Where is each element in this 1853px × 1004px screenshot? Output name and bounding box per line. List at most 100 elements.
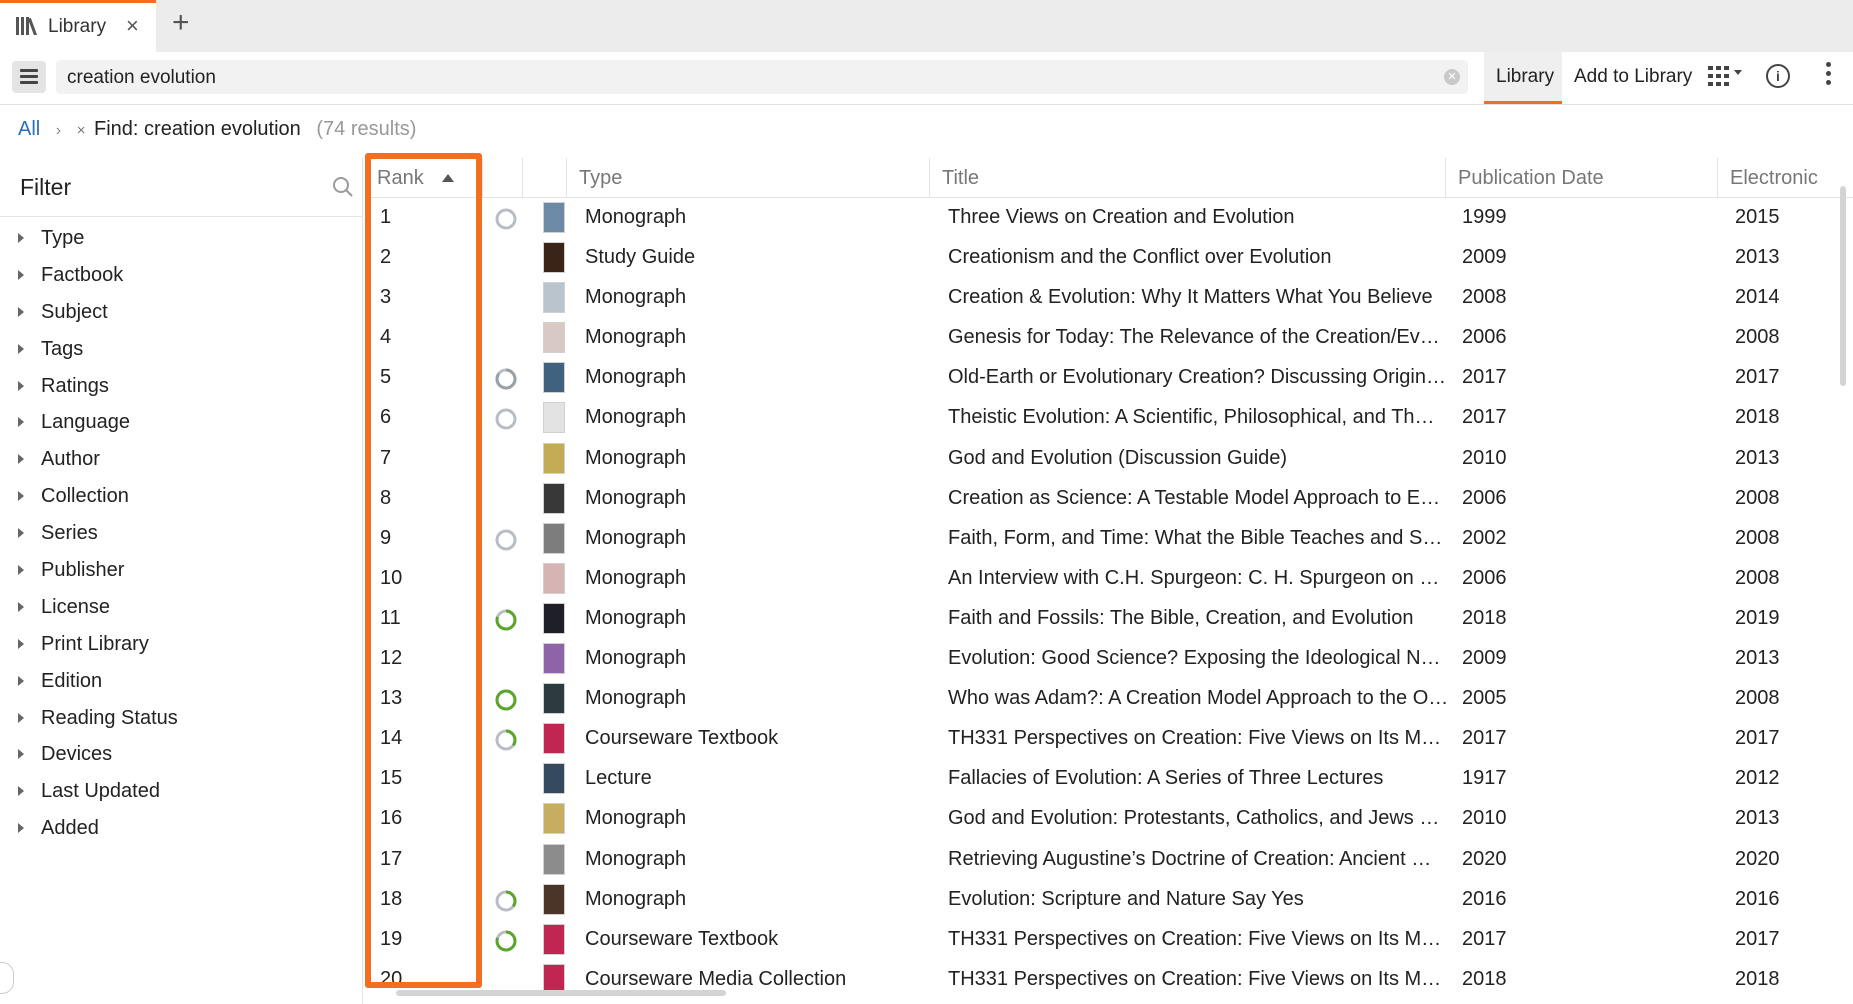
results-table: Rank Type Title Publication Date Electro… [365,158,1853,998]
filter-item[interactable]: Last Updated [0,775,360,812]
library-view-button[interactable]: Library [1484,52,1562,104]
caret-right-icon[interactable] [18,823,24,834]
table-row[interactable]: 9 Monograph Faith, Form, and Time: What th… [365,519,1853,559]
cell-publication-date: 2005 [1462,687,1507,710]
add-to-library-button[interactable]: Add to Library [1574,66,1692,88]
cell-type: Monograph [585,446,687,469]
filter-item[interactable]: Ratings [0,370,360,407]
book-cover-thumbnail [543,883,565,915]
tab-library[interactable]: Library × [0,0,156,52]
caret-right-icon[interactable] [18,675,24,686]
vertical-scrollbar[interactable] [1840,186,1846,386]
caret-right-icon[interactable] [18,343,24,354]
book-cover-thumbnail [543,482,565,514]
table-row[interactable]: 7 Monograph God and Evolution (Discussion … [365,439,1853,479]
clear-search-icon[interactable]: ✕ [1444,69,1460,85]
caret-right-icon[interactable] [18,565,24,576]
column-header-status[interactable] [483,158,523,197]
filter-item[interactable]: Print Library [0,628,360,665]
table-row[interactable]: 12 Monograph Evolution: Good Science? Expo… [365,639,1853,679]
filter-item[interactable]: Series [0,517,360,554]
reading-progress-icon [495,689,517,711]
filter-item[interactable]: Reading Status [0,702,360,739]
reading-progress-icon [495,930,517,952]
caret-right-icon[interactable] [18,233,24,243]
cell-title: Faith, Form, and Time: What the Bible Te… [948,526,1450,549]
filter-item[interactable]: Language [0,406,360,443]
filter-item[interactable]: License [0,591,360,628]
breadcrumb: All › × Find: creation evolution (74 res… [18,118,416,141]
book-cover-thumbnail [543,763,565,795]
book-cover-thumbnail [543,202,565,233]
table-row[interactable]: 16 Monograph God and Evolution: Protestant… [365,799,1853,839]
table-row[interactable]: 13 Monograph Who was Adam?: A Creation Mod… [365,679,1853,719]
info-icon[interactable]: i [1766,64,1790,88]
table-row[interactable]: 1 Monograph Three Views on Creation and Ev… [365,198,1853,238]
cell-title: God and Evolution (Discussion Guide) [948,446,1288,469]
book-cover-thumbnail [543,522,565,554]
filter-item[interactable]: Tags [0,333,360,370]
remove-filter-icon[interactable]: × [77,122,86,139]
hamburger-menu-button[interactable] [12,61,46,93]
caret-right-icon[interactable] [18,380,24,391]
column-header-cover[interactable] [523,158,567,197]
breadcrumb-separator: › [55,122,62,139]
view-options-icon[interactable] [1708,65,1746,92]
table-row[interactable]: 15 Lecture Fallacies of Evolution: A Serie… [365,759,1853,799]
column-type-label: Type [579,167,623,189]
filter-item[interactable]: Author [0,443,360,480]
table-row[interactable]: 18 Monograph Evolution: Scripture and Natu… [365,880,1853,920]
caret-right-icon[interactable] [18,454,24,465]
caret-right-icon[interactable] [18,269,24,280]
cell-electronic: 2012 [1735,767,1780,790]
new-tab-button[interactable]: + [172,8,190,38]
table-row[interactable]: 6 Monograph Theistic Evolution: A Scientif… [365,398,1853,438]
caret-right-icon[interactable] [18,601,24,612]
caret-right-icon[interactable] [18,306,24,317]
column-header-title[interactable]: Title [930,158,1446,197]
column-header-electronic[interactable]: Electronic [1718,158,1853,197]
reading-progress-icon [495,529,517,551]
caret-right-icon[interactable] [18,712,24,723]
filter-item[interactable]: Edition [0,665,360,702]
filter-item-label: Devices [41,743,113,766]
rank-column-highlight [365,153,482,988]
caret-right-icon[interactable] [18,749,24,760]
filter-item-label: License [41,595,110,618]
filter-item[interactable]: Added [0,812,360,849]
cell-type: Monograph [585,807,687,830]
table-row[interactable]: 14 Courseware Textbook TH331 Perspectives … [365,719,1853,759]
table-row[interactable]: 5 Monograph Old-Earth or Evolutionary Crea… [365,358,1853,398]
table-row[interactable]: 8 Monograph Creation as Science: A Testabl… [365,479,1853,519]
filter-search-icon[interactable] [332,176,354,203]
cell-type: Courseware Textbook [585,727,779,750]
table-row[interactable]: 11 Monograph Faith and Fossils: The Bible,… [365,599,1853,639]
filter-item[interactable]: Devices [0,738,360,775]
caret-right-icon[interactable] [18,638,24,649]
filter-item[interactable]: Publisher [0,554,360,591]
filter-item[interactable]: Collection [0,480,360,517]
caret-right-icon[interactable] [18,528,24,539]
search-input[interactable]: creation evolution ✕ [56,60,1468,94]
caret-right-icon[interactable] [18,786,24,797]
horizontal-scrollbar[interactable] [396,990,726,996]
table-row[interactable]: 19 Courseware Textbook TH331 Perspectives … [365,920,1853,960]
breadcrumb-all-link[interactable]: All [18,118,40,140]
filter-item[interactable]: Subject [0,296,360,333]
filter-item[interactable]: Type [0,222,360,259]
filter-item[interactable]: Factbook [0,259,360,296]
close-icon[interactable]: × [126,13,139,39]
table-row[interactable]: 4 Monograph Genesis for Today: The Relevan… [365,318,1853,358]
caret-right-icon[interactable] [18,417,24,428]
column-header-type[interactable]: Type [567,158,930,197]
table-row[interactable]: 10 Monograph An Interview with C.H. Spurge… [365,559,1853,599]
table-row[interactable]: 3 Monograph Creation & Evolution: Why It M… [365,278,1853,318]
column-header-publication-date[interactable]: Publication Date [1446,158,1718,197]
book-cover-thumbnail [543,923,565,955]
table-row[interactable]: 2 Study Guide Creationism and the Conflict… [365,238,1853,278]
column-pub-date-label: Publication Date [1458,167,1604,189]
cell-title: Creation as Science: A Testable Model Ap… [948,486,1450,509]
caret-right-icon[interactable] [18,491,24,502]
more-options-icon[interactable] [1826,62,1832,89]
table-row[interactable]: 17 Monograph Retrieving Augustine’s Doctri… [365,840,1853,880]
